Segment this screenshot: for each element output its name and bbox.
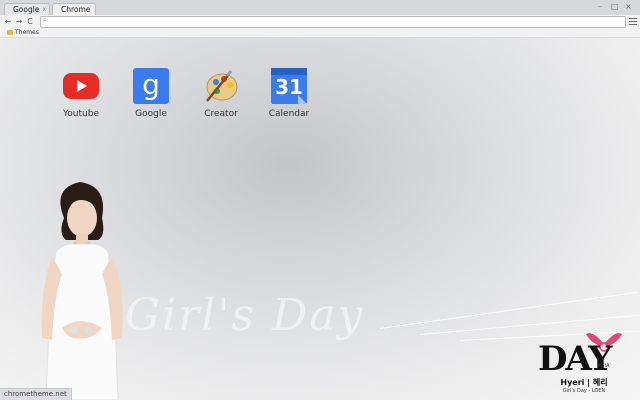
calendar-icon: 31	[271, 68, 307, 104]
maximize-icon[interactable]: □	[611, 2, 619, 11]
logo-asia-text: ASIA	[598, 363, 610, 369]
tab-chrome[interactable]: Chrome	[52, 3, 96, 15]
title-bar: Google x Chrome – □ ×	[0, 0, 640, 15]
minimize-icon[interactable]: –	[598, 2, 602, 11]
app-label: Creator	[204, 109, 238, 119]
omnibox[interactable]: ⌕	[40, 16, 626, 28]
tab-label: Google	[13, 5, 40, 14]
watermark-text: Girl's Day	[125, 290, 365, 341]
forward-icon[interactable]: →	[14, 16, 24, 27]
light-streak	[379, 291, 638, 329]
logo-day-text: DAY	[538, 339, 612, 379]
menu-icon[interactable]	[629, 16, 637, 25]
logo-member-name: Hyeri | 혜리	[560, 378, 608, 387]
youtube-icon	[63, 68, 99, 104]
new-tab-page: Girl's Day Youtube g Google Creator 31 C…	[0, 38, 640, 400]
close-icon[interactable]: ×	[625, 2, 632, 11]
toolbar: ← → C ⌕	[0, 15, 640, 29]
search-icon: ⌕	[43, 16, 47, 24]
hyeri-photo	[22, 178, 142, 400]
palette-icon	[203, 68, 239, 104]
reload-icon[interactable]: C	[25, 16, 35, 27]
app-label: Calendar	[268, 109, 310, 119]
app-google[interactable]: g Google	[116, 68, 186, 119]
theme-credit[interactable]: chrometheme.net	[0, 388, 72, 400]
app-label: Google	[135, 109, 167, 119]
bookmark-themes[interactable]: Themes	[15, 28, 39, 37]
girls-day-logo: DAY ASIA Hyeri | 혜리 Girl's Day - LOEN	[538, 328, 630, 400]
app-calendar[interactable]: 31 Calendar	[254, 68, 324, 119]
tab-google[interactable]: Google x	[4, 3, 50, 15]
bookmarks-bar: Themes	[0, 28, 640, 38]
back-icon[interactable]: ←	[3, 16, 13, 27]
google-icon: g	[133, 68, 169, 104]
logo-tagline: Girl's Day - LOEN	[562, 388, 606, 394]
app-creator[interactable]: Creator	[186, 68, 256, 119]
tab-label: Chrome	[61, 5, 91, 14]
folder-icon	[7, 30, 13, 35]
app-label: Youtube	[63, 109, 99, 119]
app-youtube[interactable]: Youtube	[46, 68, 116, 119]
